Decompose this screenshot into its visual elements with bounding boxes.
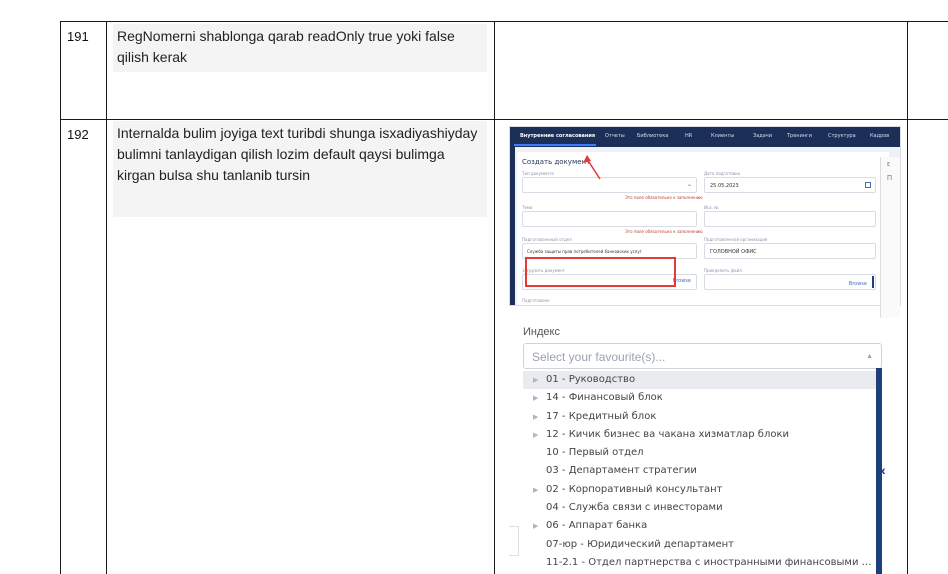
- list-item[interactable]: ▶ 12 - Кичик бизнес ва чакана хизматлар б…: [523, 426, 877, 444]
- select-placeholder: Select your favourite(s)...: [532, 350, 666, 364]
- table-border-mid: [60, 119, 948, 120]
- list-item[interactable]: 10 - Первый отдел: [523, 444, 877, 462]
- side-panel-mark: Π: [887, 175, 893, 182]
- expand-arrow-icon[interactable]: ▶: [533, 408, 538, 426]
- row-description: Internalda bulim joyiga text turibdi shu…: [113, 121, 487, 217]
- list-item[interactable]: ▶ 06 - Аппарат банка: [523, 517, 877, 535]
- row-description: RegNomerni shablonga qarab readOnly true…: [113, 24, 487, 72]
- index-select[interactable]: Select your favourite(s)... ▲: [523, 343, 882, 369]
- list-item[interactable]: ▶ 14 - Финансовый блок: [523, 389, 877, 407]
- list-item[interactable]: 03 - Департамент стратегии: [523, 462, 877, 480]
- options-list: ▶ 01 - Руководство ▶ 14 - Финансовый блок …: [523, 371, 877, 572]
- list-item[interactable]: ▶ 02 - Корпоративный консультант: [523, 481, 877, 499]
- expand-arrow-icon[interactable]: ▶: [533, 371, 538, 389]
- table-col-divider-1: [106, 21, 107, 574]
- list-item[interactable]: ▶ 01 - Руководство: [523, 371, 877, 390]
- row-number: 191: [67, 29, 89, 44]
- table-border-top: [60, 21, 948, 22]
- expand-arrow-icon[interactable]: ▶: [533, 481, 538, 499]
- table-border-left: [60, 21, 61, 574]
- list-item[interactable]: 11-2.1 - Отдел партнерства с иностранным…: [523, 554, 877, 572]
- embedded-dropdown-screenshot: Индекс Select your favourite(s)... ▲ ▶ 01…: [509, 318, 901, 574]
- caret-up-icon[interactable]: ▲: [866, 353, 873, 360]
- expand-arrow-icon[interactable]: ▶: [533, 389, 538, 407]
- list-item[interactable]: ▶ 17 - Кредитный блок: [523, 408, 877, 426]
- list-item[interactable]: 07-юр - Юридический департамент: [523, 536, 877, 554]
- table-col-divider-2: [494, 21, 495, 574]
- side-panel-mark: ε: [887, 161, 891, 168]
- table-col-divider-3: [907, 21, 908, 574]
- expand-arrow-icon[interactable]: ▶: [533, 517, 538, 535]
- list-item[interactable]: 04 - Служба связи с инвесторами: [523, 499, 877, 517]
- index-label: Индекс: [523, 326, 560, 338]
- partial-panel-edge: [509, 526, 519, 556]
- expand-arrow-icon[interactable]: ▶: [533, 426, 538, 444]
- chevron-left-icon[interactable]: ‹: [881, 462, 886, 478]
- embedded-app-screenshot: Внутренние согласования Отчеты Библиотек…: [509, 126, 901, 306]
- annotation-arrow: [583, 155, 601, 180]
- row-number: 192: [67, 127, 89, 142]
